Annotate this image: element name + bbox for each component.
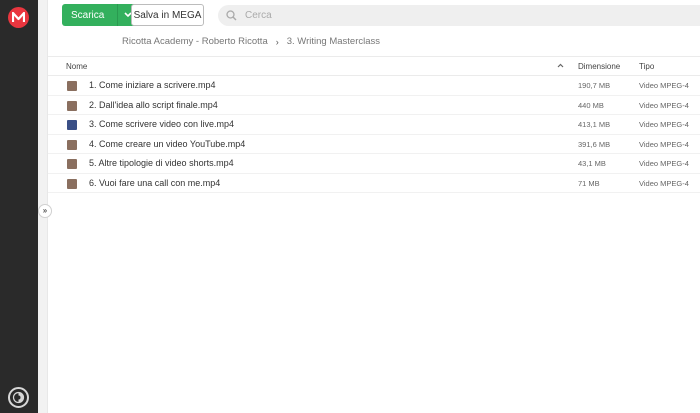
search-input[interactable] [245, 10, 645, 21]
table-row[interactable]: 2. Dall'idea allo script finale.mp4 440 M… [48, 96, 700, 115]
table-header: Nome Dimensione Tipo [48, 56, 700, 76]
file-name: 1. Come iniziare a scrivere.mp4 [89, 80, 216, 90]
table-row[interactable]: 5. Altre tipologie di video shorts.mp4 43… [48, 154, 700, 174]
search-icon [226, 10, 237, 21]
expand-sidebar-icon[interactable]: » [38, 204, 52, 218]
table-row[interactable]: 6. Vuoi fare una call con me.mp4 71 MB Vid… [48, 174, 700, 193]
column-size-header[interactable]: Dimensione [578, 62, 620, 71]
video-thumbnail-icon [67, 120, 77, 130]
breadcrumb: Ricotta Academy - Roberto Ricotta › 3. W… [122, 36, 380, 47]
file-name: 6. Vuoi fare una call con me.mp4 [89, 177, 221, 188]
file-type: Video MPEG-4 [639, 81, 689, 90]
file-size: 190,7 MB [578, 81, 611, 90]
column-name-header[interactable]: Nome [66, 62, 87, 71]
file-size: 43,1 MB [578, 159, 606, 168]
video-thumbnail-icon [67, 81, 77, 91]
file-name: 4. Come creare un video YouTube.mp4 [89, 138, 246, 149]
file-type: Video MPEG-4 [639, 120, 689, 129]
search-bar[interactable] [218, 5, 700, 26]
table-row[interactable]: 3. Come scrivere video con live.mp4 413,1… [48, 115, 700, 135]
table-row[interactable]: 1. Come iniziare a scrivere.mp4 190,7 MB V… [48, 76, 700, 96]
sort-up-icon[interactable] [557, 61, 564, 70]
left-rail [0, 0, 38, 413]
file-size: 71 MB [578, 178, 600, 188]
chevron-right-icon: › [275, 36, 279, 47]
file-size: 440 MB [578, 100, 604, 110]
file-size: 391,6 MB [578, 139, 611, 149]
file-list: 1. Come iniziare a scrivere.mp4 190,7 MB V… [48, 76, 700, 193]
file-type: Video MPEG-4 [639, 178, 689, 188]
file-type: Video MPEG-4 [639, 100, 689, 110]
download-label: Scarica [71, 9, 105, 21]
breadcrumb-current[interactable]: 3. Writing Masterclass [287, 36, 380, 47]
theme-toggle-icon[interactable] [8, 387, 29, 408]
video-thumbnail-icon [67, 159, 77, 169]
video-thumbnail-icon [67, 139, 77, 150]
file-name: 3. Come scrivere video con live.mp4 [89, 119, 235, 129]
download-button[interactable]: Scarica [62, 4, 138, 26]
file-type: Video MPEG-4 [639, 159, 689, 168]
breadcrumb-root[interactable]: Ricotta Academy - Roberto Ricotta [122, 36, 268, 47]
mega-logo-icon[interactable] [8, 7, 29, 28]
table-row[interactable]: 4. Come creare un video YouTube.mp4 391,6… [48, 135, 700, 154]
video-thumbnail-icon [67, 178, 77, 189]
video-thumbnail-icon [67, 100, 77, 111]
file-name: 5. Altre tipologie di video shorts.mp4 [89, 158, 234, 168]
file-size: 413,1 MB [578, 120, 611, 129]
save-in-mega-button[interactable]: Salva in MEGA [131, 4, 204, 26]
file-name: 2. Dall'idea allo script finale.mp4 [89, 99, 218, 110]
file-type: Video MPEG-4 [639, 139, 689, 149]
column-type-header[interactable]: Tipo [639, 62, 654, 71]
